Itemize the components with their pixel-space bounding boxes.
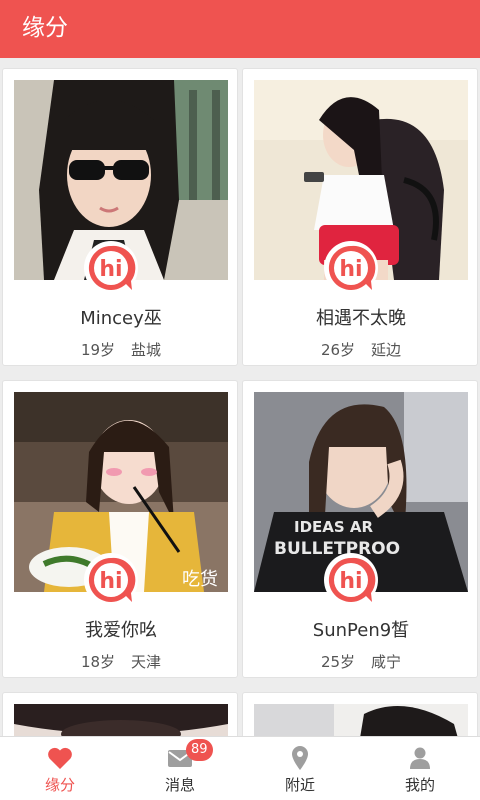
profile-meta: 18岁 天津 xyxy=(3,652,239,672)
heart-icon xyxy=(48,747,72,769)
svg-text:吃货: 吃货 xyxy=(182,569,218,590)
profile-photo[interactable] xyxy=(14,704,228,736)
tab-label: 附近 xyxy=(284,776,315,794)
tab-nearby[interactable]: 附近 xyxy=(240,737,360,800)
profile-meta: 25岁 咸宁 xyxy=(243,652,479,672)
hi-bubble-icon: hi xyxy=(88,245,136,290)
profile-grid: hi Mincey巫 19岁 盐城 hi 相遇不太晚 26岁 延边 吃货 hi … xyxy=(0,58,480,736)
tab-label: 缘分 xyxy=(44,776,75,794)
person-icon xyxy=(410,747,430,769)
profile-name: 我爱你吆 xyxy=(85,620,157,641)
profile-city: 延边 xyxy=(371,341,402,359)
profile-card[interactable] xyxy=(2,692,238,736)
profile-meta: 26岁 延边 xyxy=(243,340,479,360)
tab-yuanfen[interactable]: 缘分 xyxy=(0,737,120,800)
tab-label: 我的 xyxy=(404,776,435,794)
profile-name: 相遇不太晚 xyxy=(316,308,406,329)
svg-text:hi: hi xyxy=(99,257,122,282)
tab-label: 消息 xyxy=(164,776,195,794)
profile-card[interactable]: IDEAS AR BULLETPROO hi SunPen9皙 25岁 咸宁 xyxy=(242,380,478,678)
tab-mine[interactable]: 我的 xyxy=(360,737,480,800)
profile-card[interactable] xyxy=(242,692,478,736)
profile-age: 18岁 xyxy=(80,653,116,671)
say-hi-button[interactable]: hi xyxy=(84,553,138,607)
profile-name: Mincey巫 xyxy=(80,308,162,329)
profile-card[interactable]: hi 相遇不太晚 26岁 延边 xyxy=(242,68,478,366)
profile-age: 19岁 xyxy=(80,341,116,359)
say-hi-button[interactable]: hi xyxy=(84,241,138,295)
svg-text:hi: hi xyxy=(339,569,362,594)
hi-bubble-icon: hi xyxy=(88,557,136,602)
hi-bubble-icon: hi xyxy=(328,245,376,290)
page-title: 缘分 xyxy=(22,15,68,41)
svg-text:IDEAS AR: IDEAS AR xyxy=(294,518,374,536)
location-pin-icon xyxy=(292,746,308,770)
tab-messages[interactable]: 89 消息 xyxy=(120,737,240,800)
svg-text:hi: hi xyxy=(99,569,122,594)
bottom-tab-bar: 缘分 89 消息 附近 我的 xyxy=(0,736,480,800)
app-header: 缘分 xyxy=(0,0,480,58)
svg-text:hi: hi xyxy=(339,257,362,282)
profile-city: 盐城 xyxy=(131,341,162,359)
profile-city: 咸宁 xyxy=(371,653,402,671)
unread-badge: 89 xyxy=(186,739,213,761)
profile-age: 25岁 xyxy=(320,653,356,671)
profile-card[interactable]: 吃货 hi 我爱你吆 18岁 天津 xyxy=(2,380,238,678)
say-hi-button[interactable]: hi xyxy=(324,241,378,295)
profile-photo[interactable] xyxy=(254,704,468,736)
profile-name: SunPen9皙 xyxy=(312,620,410,641)
profile-meta: 19岁 盐城 xyxy=(3,340,239,360)
hi-bubble-icon: hi xyxy=(328,557,376,602)
profile-age: 26岁 xyxy=(320,341,356,359)
say-hi-button[interactable]: hi xyxy=(324,553,378,607)
profile-card[interactable]: hi Mincey巫 19岁 盐城 xyxy=(2,68,238,366)
profile-city: 天津 xyxy=(131,653,162,671)
